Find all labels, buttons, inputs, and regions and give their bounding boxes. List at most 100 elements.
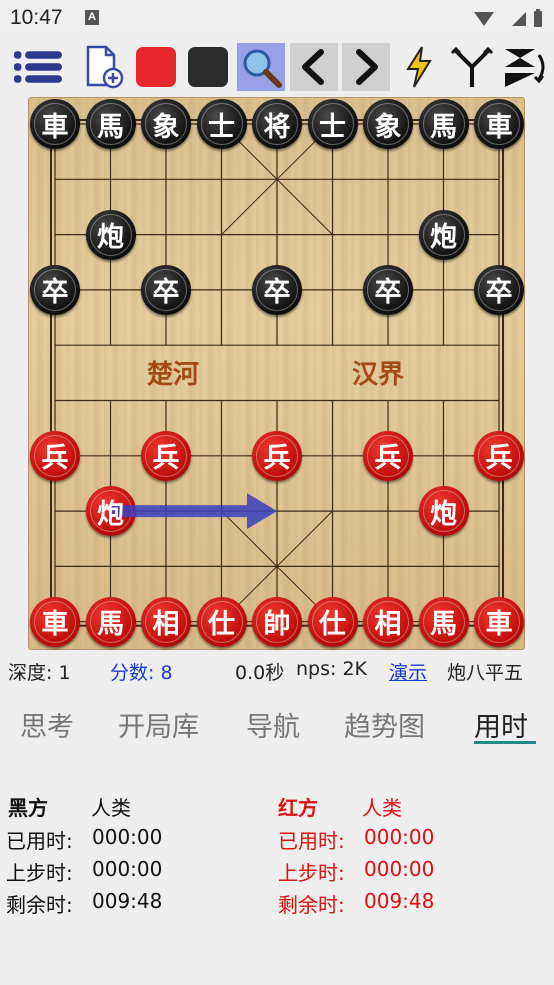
- menu-icon: [14, 51, 62, 83]
- black-piece[interactable]: 馬: [418, 99, 469, 149]
- piece-label: 象: [152, 111, 180, 143]
- nps-label: nps: 2K: [296, 658, 367, 680]
- piece-label: 卒: [485, 277, 513, 309]
- black-piece[interactable]: 象: [363, 99, 413, 149]
- red-piece[interactable]: 兵: [30, 430, 80, 481]
- piece-label: 炮: [97, 222, 124, 254]
- piece-label: 兵: [485, 443, 513, 475]
- piece-label: 炮: [430, 222, 457, 254]
- red-remain-value: 009:48: [364, 889, 435, 913]
- piece-label: 馬: [97, 111, 124, 143]
- piece-label: 兵: [374, 443, 402, 475]
- piece-label: 車: [485, 609, 513, 641]
- black-piece[interactable]: 士: [196, 99, 247, 149]
- branch-icon: [450, 46, 494, 87]
- tab-bar: 思考 开局库 导航 趋势图 用时: [0, 697, 554, 749]
- flip-board-button[interactable]: [500, 43, 548, 91]
- river-text-left: 楚河: [147, 360, 199, 390]
- black-piece[interactable]: 馬: [85, 99, 136, 149]
- piece-label: 炮: [97, 498, 124, 530]
- demo-link[interactable]: 演示: [389, 658, 427, 685]
- red-piece[interactable]: 相: [141, 596, 191, 647]
- tab-navigation[interactable]: 导航: [246, 705, 300, 744]
- piece-label: 馬: [97, 609, 124, 641]
- flip-icon: [505, 49, 545, 87]
- piece-label: 士: [208, 111, 235, 143]
- piece-label: 車: [485, 111, 513, 143]
- menu-button[interactable]: [14, 43, 62, 91]
- score-label: 分数: 8: [110, 662, 173, 684]
- engine-move-button[interactable]: [395, 43, 443, 91]
- black-piece[interactable]: 卒: [363, 264, 413, 315]
- black-piece[interactable]: 卒: [252, 264, 302, 315]
- piece-label: 卒: [374, 277, 402, 309]
- analyze-button[interactable]: [237, 43, 285, 91]
- black-piece[interactable]: 炮: [418, 209, 469, 260]
- red-last-value: 000:00: [364, 857, 435, 881]
- branch-button[interactable]: [448, 43, 496, 91]
- notification-icon: A: [85, 10, 99, 25]
- red-piece[interactable]: 炮: [418, 486, 469, 537]
- black-used-value: 000:00: [92, 825, 163, 849]
- red-used-label: 已用时:: [278, 829, 345, 853]
- red-piece[interactable]: 相: [363, 596, 413, 647]
- red-piece[interactable]: 炮: [85, 486, 136, 537]
- next-icon: [356, 49, 378, 85]
- black-piece[interactable]: 将: [252, 99, 302, 149]
- new-game-button[interactable]: [80, 43, 128, 91]
- piece-label: 将: [263, 111, 291, 143]
- red-piece[interactable]: 兵: [474, 430, 524, 481]
- lightning-icon: [406, 46, 432, 88]
- board-grid: 楚河 汉界: [50, 119, 504, 627]
- red-piece[interactable]: 仕: [307, 596, 358, 647]
- black-remain-value: 009:48: [92, 889, 163, 913]
- tab-time[interactable]: 用时: [474, 705, 528, 744]
- black-remain-label: 剩余时:: [6, 893, 73, 917]
- red-piece[interactable]: 兵: [363, 430, 413, 481]
- black-piece[interactable]: 車: [30, 99, 80, 149]
- red-piece[interactable]: 兵: [141, 430, 191, 481]
- status-bar: 10:47 A: [0, 0, 554, 38]
- next-move-button[interactable]: [342, 43, 390, 91]
- time-label: 0.0秒: [235, 662, 285, 684]
- black-piece[interactable]: 士: [307, 99, 358, 149]
- red-remain-label: 剩余时:: [278, 893, 345, 917]
- red-piece[interactable]: 帥: [252, 596, 302, 647]
- red-player-type: 人类: [362, 796, 402, 820]
- black-piece[interactable]: 卒: [141, 264, 191, 315]
- black-piece[interactable]: 炮: [85, 209, 136, 260]
- black-piece[interactable]: 卒: [474, 264, 524, 315]
- search-icon: [243, 49, 282, 88]
- red-piece[interactable]: 仕: [196, 596, 247, 647]
- red-piece[interactable]: 車: [474, 596, 524, 647]
- red-side-button[interactable]: [132, 43, 180, 91]
- chess-board[interactable]: 楚河 汉界 車馬象士将士象馬車炮炮卒卒卒卒卒兵兵兵兵兵炮炮車馬相仕帥仕相馬車: [28, 97, 525, 650]
- red-piece[interactable]: 車: [30, 596, 80, 647]
- piece-label: 馬: [430, 111, 457, 143]
- tab-trend-chart[interactable]: 趋势图: [344, 705, 425, 744]
- black-used-label: 已用时:: [6, 829, 73, 853]
- black-piece[interactable]: 卒: [30, 264, 80, 315]
- signal-icons: [474, 9, 542, 27]
- piece-label: 仕: [208, 609, 235, 641]
- prev-move-button[interactable]: [290, 43, 338, 91]
- prev-icon: [302, 49, 324, 85]
- red-used-value: 000:00: [364, 825, 435, 849]
- red-piece[interactable]: 馬: [418, 596, 469, 647]
- black-side-title: 黑方: [8, 796, 48, 820]
- status-icons: [472, 8, 544, 34]
- red-piece[interactable]: 兵: [252, 430, 302, 481]
- red-piece[interactable]: 馬: [85, 596, 136, 647]
- piece-label: 相: [374, 609, 402, 641]
- black-side-button[interactable]: [184, 43, 232, 91]
- black-piece[interactable]: 車: [474, 99, 524, 149]
- best-move-label: 炮八平五: [447, 662, 524, 684]
- new-file-icon: [86, 45, 124, 89]
- red-square-icon: [136, 47, 176, 87]
- black-last-value: 000:00: [92, 857, 163, 881]
- tab-opening-book[interactable]: 开局库: [118, 705, 199, 744]
- black-piece[interactable]: 象: [141, 99, 191, 149]
- tab-think[interactable]: 思考: [20, 705, 74, 744]
- red-side-title: 红方: [278, 796, 318, 820]
- depth-label: 深度: 1: [8, 662, 71, 684]
